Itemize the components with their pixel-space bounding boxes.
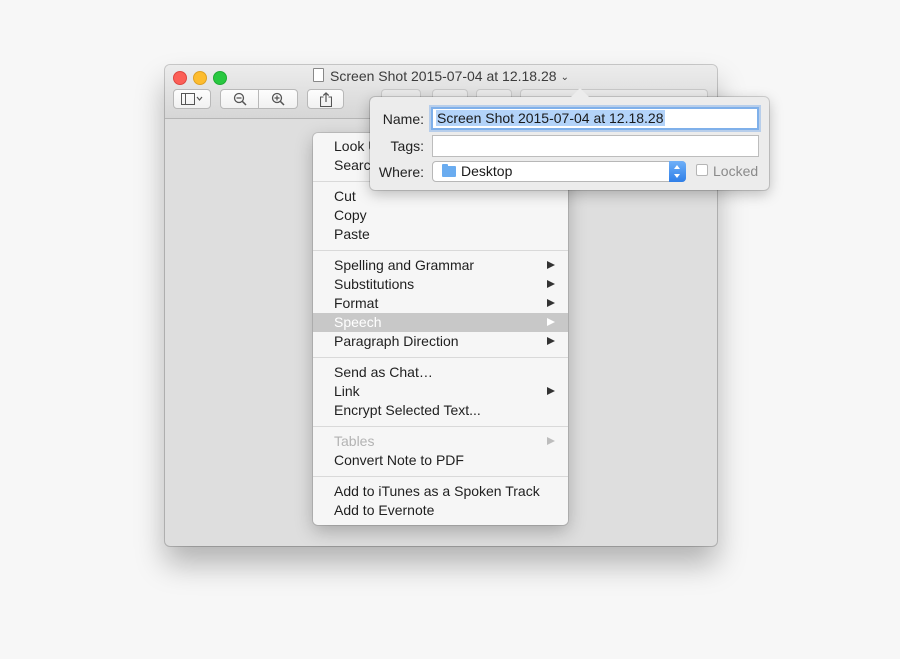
zoom-out-button[interactable] bbox=[220, 89, 259, 109]
menu-item-convert-note-to-pdf[interactable]: Convert Note to PDF bbox=[313, 451, 568, 470]
document-icon bbox=[313, 68, 325, 82]
menu-item-format[interactable]: Format bbox=[313, 294, 568, 313]
menu-item-spelling-and-grammar[interactable]: Spelling and Grammar bbox=[313, 256, 568, 275]
where-popup[interactable]: Desktop bbox=[432, 161, 686, 182]
submenu-arrow-icon bbox=[547, 337, 555, 345]
menu-item-send-as-chat[interactable]: Send as Chat… bbox=[313, 363, 568, 382]
menu-item-paste[interactable]: Paste bbox=[313, 225, 568, 244]
name-field-value: Screen Shot 2015-07-04 at 12.18.28 bbox=[436, 110, 665, 126]
window-title[interactable]: Screen Shot 2015-07-04 at 12.18.28 ⌄ bbox=[165, 68, 717, 84]
menu-separator bbox=[313, 250, 568, 251]
menu-item-label: Cut bbox=[334, 188, 356, 204]
share-button[interactable] bbox=[307, 89, 344, 109]
menu-item-link[interactable]: Link bbox=[313, 382, 568, 401]
menu-item-paragraph-direction[interactable]: Paragraph Direction bbox=[313, 332, 568, 351]
menu-item-label: Tables bbox=[334, 433, 375, 449]
submenu-arrow-icon bbox=[547, 280, 555, 288]
zoom-out-icon bbox=[233, 92, 247, 106]
menu-item-tables: Tables bbox=[313, 432, 568, 451]
tags-field[interactable] bbox=[432, 135, 759, 157]
context-menu: Look Up Search Cut Copy Paste Spelling a… bbox=[313, 133, 568, 525]
menu-item-label: Copy bbox=[334, 207, 367, 223]
submenu-arrow-icon bbox=[547, 437, 555, 445]
where-label: Where: bbox=[378, 164, 424, 180]
submenu-arrow-icon bbox=[547, 387, 555, 395]
menu-item-add-to-evernote[interactable]: Add to Evernote bbox=[313, 501, 568, 520]
popover-arrow bbox=[570, 88, 590, 98]
folder-icon bbox=[442, 164, 456, 177]
menu-item-encrypt-selected-text[interactable]: Encrypt Selected Text... bbox=[313, 401, 568, 420]
name-field[interactable]: Screen Shot 2015-07-04 at 12.18.28 bbox=[431, 107, 759, 130]
name-label: Name: bbox=[382, 111, 424, 127]
menu-item-copy[interactable]: Copy bbox=[313, 206, 568, 225]
tags-label: Tags: bbox=[390, 138, 424, 154]
menu-item-label: Paste bbox=[334, 226, 370, 242]
where-popup-value: Desktop bbox=[461, 163, 513, 179]
window-title-text: Screen Shot 2015-07-04 at 12.18.28 bbox=[330, 68, 557, 84]
menu-item-speech[interactable]: Speech bbox=[313, 313, 568, 332]
menu-item-label: Add to iTunes as a Spoken Track bbox=[334, 483, 540, 499]
menu-item-label: Speech bbox=[334, 314, 382, 330]
zoom-in-icon bbox=[271, 92, 285, 106]
menu-item-label: Substitutions bbox=[334, 276, 415, 292]
submenu-arrow-icon bbox=[547, 261, 555, 269]
menu-item-label: Format bbox=[334, 295, 379, 311]
sidebar-icon bbox=[181, 93, 203, 105]
submenu-arrow-icon bbox=[547, 299, 555, 307]
menu-item-label: Encrypt Selected Text... bbox=[334, 402, 481, 418]
share-icon bbox=[319, 91, 332, 107]
chevron-down-icon[interactable]: ⌄ bbox=[561, 72, 569, 83]
menu-item-label: Convert Note to PDF bbox=[334, 452, 464, 468]
up-down-arrows-icon bbox=[669, 161, 686, 182]
submenu-arrow-icon bbox=[547, 318, 555, 326]
menu-item-substitutions[interactable]: Substitutions bbox=[313, 275, 568, 294]
sidebar-button[interactable] bbox=[173, 89, 211, 109]
menu-separator bbox=[313, 426, 568, 427]
menu-item-label: Link bbox=[334, 383, 360, 399]
menu-item-label: Paragraph Direction bbox=[334, 333, 459, 349]
menu-item-add-to-itunes[interactable]: Add to iTunes as a Spoken Track bbox=[313, 482, 568, 501]
locked-checkbox[interactable] bbox=[696, 164, 708, 176]
menu-item-label: Spelling and Grammar bbox=[334, 257, 475, 273]
zoom-in-button[interactable] bbox=[258, 89, 298, 109]
menu-separator bbox=[313, 476, 568, 477]
menu-separator bbox=[313, 357, 568, 358]
menu-item-label: Send as Chat… bbox=[334, 364, 433, 380]
locked-label[interactable]: Locked bbox=[713, 163, 758, 179]
menu-item-label: Add to Evernote bbox=[334, 502, 435, 518]
